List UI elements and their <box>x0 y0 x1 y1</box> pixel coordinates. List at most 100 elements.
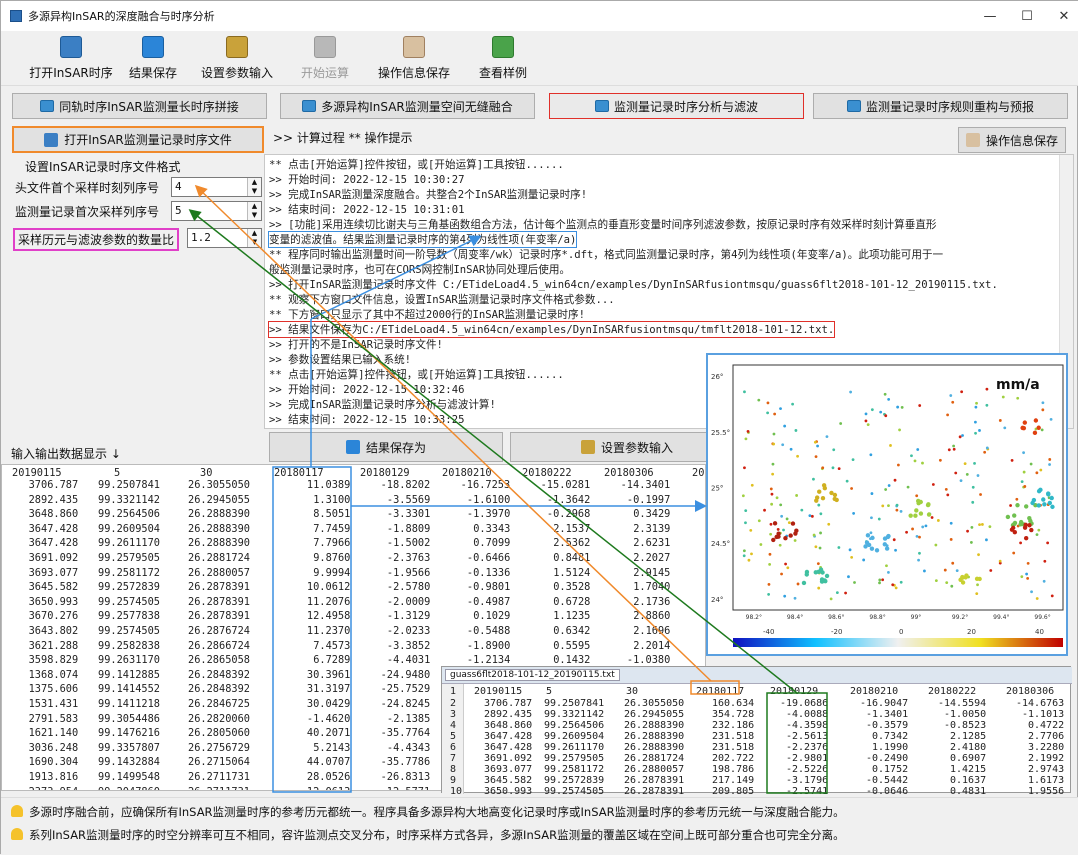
data-cell: 2.1736 <box>633 595 671 608</box>
map-point <box>848 548 852 552</box>
data-cell: -0.9801 <box>466 581 511 594</box>
ratio-spinbox[interactable]: 1.2 ▲ ▼ <box>187 228 262 248</box>
editor-cell: 99.2564506 <box>544 720 605 731</box>
editor-cell: 2892.435 <box>484 709 533 720</box>
head-col-spinbox[interactable]: 4 ▲ ▼ <box>171 177 262 197</box>
map-point <box>849 390 853 394</box>
map-point <box>817 503 821 507</box>
map-point <box>881 578 885 582</box>
map-point <box>889 444 892 447</box>
map-point <box>905 530 908 534</box>
tab-stitching[interactable]: 同轨时序InSAR监测量长时序拼接 <box>12 93 267 119</box>
map-point <box>853 581 856 584</box>
editor-cell: 0.7342 <box>872 731 909 742</box>
tab-analysis-filtering[interactable]: 监测量记录时序分析与滤波 <box>549 93 804 119</box>
data-cell: 30.3961 <box>306 668 351 681</box>
lat-tick-label: 25° <box>711 485 723 493</box>
map-point <box>793 596 797 600</box>
data-cell: 99.2611170 <box>98 537 160 550</box>
map-point <box>1020 575 1024 579</box>
editor-cell: -0.0646 <box>866 786 909 797</box>
spin-arrows-icon[interactable]: ▲ ▼ <box>247 229 261 247</box>
editor-cell: 0.1752 <box>872 764 909 775</box>
map-point <box>793 531 798 536</box>
data-cell: -2.1385 <box>386 712 431 725</box>
save-log-toolbar-button[interactable]: 操作信息保存 <box>373 33 455 83</box>
map-point <box>744 521 747 525</box>
data-cell: -25.7529 <box>380 683 431 696</box>
data-cell: 2.3139 <box>633 522 671 535</box>
map-point <box>863 544 868 549</box>
map-point <box>763 508 766 512</box>
save-as-button[interactable]: 结果保存为 <box>269 432 503 462</box>
minimize-button[interactable]: — <box>970 1 1010 31</box>
map-point <box>1030 590 1033 594</box>
editor-cell: 0.6907 <box>950 753 987 764</box>
view-example-button[interactable]: 查看样例 <box>475 33 531 83</box>
editor-tab-bar: guass6flt2018-101-12_20190115.txt <box>442 667 1072 684</box>
data-cell: 26.2848392 <box>188 668 250 681</box>
map-point <box>795 494 799 497</box>
map-point <box>781 443 785 447</box>
map-point <box>874 548 880 553</box>
close-button[interactable]: ✕ <box>1044 1 1078 31</box>
map-point <box>954 471 958 475</box>
map-point <box>971 500 975 504</box>
spin-arrows-icon[interactable]: ▲ ▼ <box>247 178 261 196</box>
run-button[interactable]: 开始运算 <box>297 33 353 83</box>
editor-tab[interactable]: guass6flt2018-101-12_20190115.txt <box>445 669 620 681</box>
data-cell: 0.7099 <box>473 537 511 550</box>
first-col-spinbox[interactable]: 5 ▲ ▼ <box>171 201 262 221</box>
map-point <box>1019 541 1022 545</box>
data-cell: -1.3129 <box>386 610 431 623</box>
map-point <box>906 485 910 489</box>
save-result-button[interactable]: 结果保存 <box>121 33 185 83</box>
data-cell: 2.6231 <box>633 537 671 550</box>
colorbar-tick-label: -20 <box>831 628 842 636</box>
map-point <box>770 502 774 506</box>
set-params-button[interactable]: 设置参数输入 <box>197 33 277 83</box>
data-cell: 2.2027 <box>633 552 671 564</box>
tab-reconstruction[interactable]: 监测量记录时序规则重构与预报 <box>813 93 1068 119</box>
map-point <box>817 489 822 494</box>
map-point <box>1012 521 1017 527</box>
editor-header-cell: 20190115 <box>474 686 523 697</box>
map-point <box>949 394 953 397</box>
save-log-button[interactable]: 操作信息保存 <box>958 127 1066 153</box>
data-cell: -35.7764 <box>380 727 431 740</box>
data-cell: -12.5771 <box>381 786 431 790</box>
file-editor[interactable]: guass6flt2018-101-12_20190115.txt 201901… <box>441 666 1072 797</box>
book-icon <box>60 36 82 58</box>
map-point <box>780 572 783 576</box>
map-point <box>878 578 882 582</box>
open-series-file-button[interactable]: 打开InSAR监测量记录时序文件 <box>12 126 264 153</box>
map-point <box>780 514 784 518</box>
map-point <box>1049 417 1053 421</box>
map-point <box>870 492 874 495</box>
map-point <box>778 543 782 547</box>
map-point <box>974 420 977 424</box>
map-point <box>744 509 748 513</box>
log-line: >> 完成InSAR监测量深度融合。共整合2个InSAR监测量记录时序! <box>269 189 588 201</box>
map-point <box>949 538 953 541</box>
lon-tick-label: 99° <box>911 614 922 621</box>
map-point <box>804 572 809 577</box>
data-cell: -24.8245 <box>380 698 431 710</box>
map-point <box>812 533 816 537</box>
data-cell: 11.2370 <box>306 625 351 637</box>
open-insar-series-button[interactable]: 打开InSAR时序 <box>23 33 119 83</box>
map-point <box>1022 451 1025 455</box>
map-point <box>768 552 772 556</box>
data-cell: 0.5595 <box>553 639 591 652</box>
map-point <box>952 447 956 451</box>
map-point <box>918 404 922 407</box>
map-point <box>1010 458 1014 462</box>
editor-cell: 2.1992 <box>1028 753 1065 764</box>
data-cell: 0.3429 <box>633 508 671 521</box>
spin-arrows-icon[interactable]: ▲ ▼ <box>247 202 261 220</box>
maximize-button[interactable]: ☐ <box>1007 1 1047 31</box>
map-point <box>934 579 938 582</box>
tab-fusion[interactable]: 多源异构InSAR监测量空间无缝融合 <box>280 93 535 119</box>
map-point <box>770 492 774 496</box>
data-cell: 26.2865058 <box>188 654 250 667</box>
